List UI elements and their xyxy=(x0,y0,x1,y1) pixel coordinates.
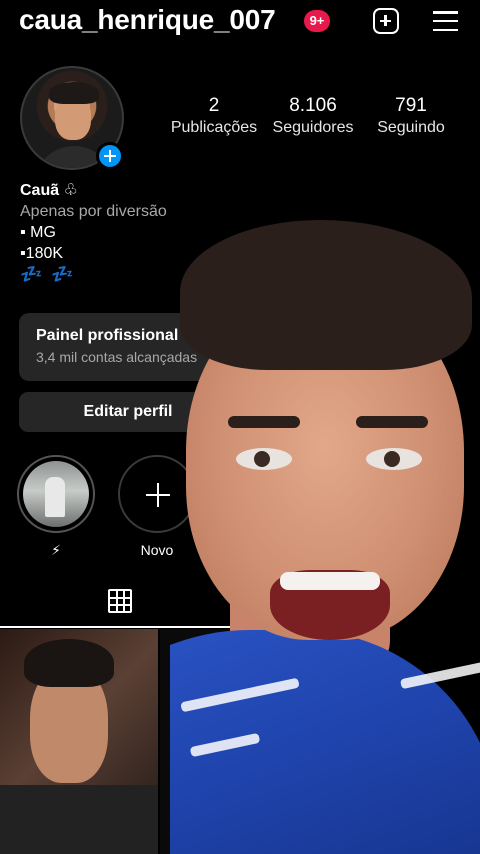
category-label: Apenas por diversão xyxy=(20,203,167,220)
plus-square-icon[interactable] xyxy=(373,8,399,34)
followers-count: 8.106 xyxy=(289,95,337,116)
followers-label: Seguidores xyxy=(272,119,354,136)
following-count: 791 xyxy=(395,95,427,116)
highlight-cover xyxy=(17,455,95,533)
posts-count: 2 xyxy=(208,95,220,116)
grid-icon[interactable] xyxy=(108,589,132,613)
bio-line: ▪180K xyxy=(20,245,64,262)
posts-stat[interactable]: 2 Publicações xyxy=(170,94,258,138)
followers-stat[interactable]: 8.106 Seguidores xyxy=(266,94,360,138)
highlight-label: ⚡ xyxy=(51,542,61,558)
overlay-person-image xyxy=(170,220,480,854)
post-thumbnail[interactable] xyxy=(0,629,158,854)
story-highlight[interactable]: ⚡ xyxy=(17,455,95,559)
bio-line: 💤 💤 xyxy=(20,264,76,284)
top-bar: caua_henrique_007 9+ xyxy=(0,0,480,44)
following-stat[interactable]: 791 Seguindo xyxy=(370,94,452,138)
add-story-icon[interactable] xyxy=(96,142,124,170)
hamburger-menu-icon[interactable] xyxy=(433,11,458,31)
bio-line: ▪ MG xyxy=(20,224,56,241)
bio: Cauã ♧ Apenas por diversão ▪ MG ▪180K 💤 … xyxy=(20,180,167,285)
notification-badge[interactable]: 9+ xyxy=(304,10,330,32)
display-name: Cauã ♧ xyxy=(20,182,78,199)
following-label: Seguindo xyxy=(377,119,445,136)
profile-username[interactable]: caua_henrique_007 xyxy=(19,4,276,36)
posts-label: Publicações xyxy=(170,119,258,136)
